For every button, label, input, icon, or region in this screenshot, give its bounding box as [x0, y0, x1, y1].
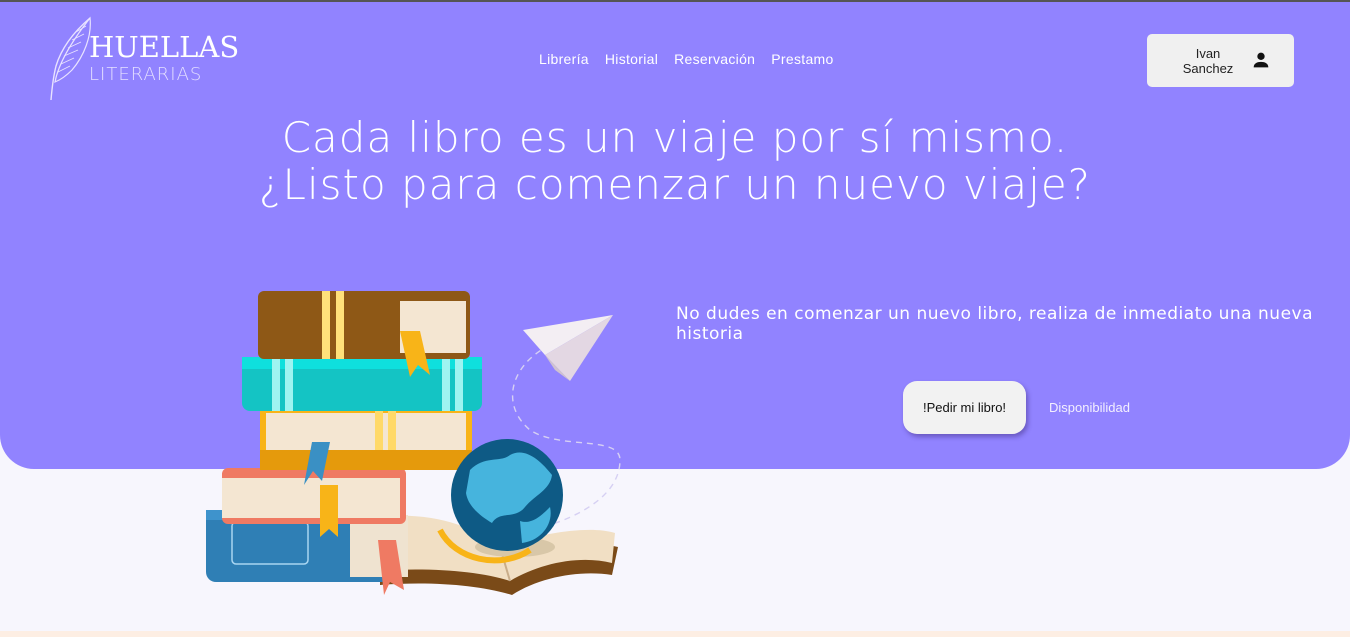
availability-link[interactable]: Disponibilidad: [1049, 400, 1130, 415]
books-globe-illustration: [206, 291, 621, 595]
brand-name-bottom: LITERARIAS: [89, 64, 203, 85]
user-account-button[interactable]: Ivan Sanchez: [1147, 34, 1294, 87]
bottom-strip: [0, 631, 1350, 637]
person-icon: [1253, 52, 1269, 68]
user-name: Ivan Sanchez: [1182, 46, 1234, 76]
brand-logo[interactable]: HUELLAS LITERARIAS: [46, 16, 246, 102]
hero-subtext: No dudes en comenzar un nuevo libro, rea…: [676, 304, 1314, 344]
brand-name-top: HUELLAS: [89, 30, 240, 64]
nav-item-reservacion[interactable]: Reservación: [666, 51, 763, 67]
hero-headline: Cada libro es un viaje por sí mismo. ¿Li…: [0, 114, 1350, 208]
feather-icon: [50, 16, 91, 101]
headline-line-1: Cada libro es un viaje por sí mismo.: [281, 113, 1069, 162]
nav-item-libreria[interactable]: Librería: [531, 51, 597, 67]
paper-plane-icon: [523, 315, 613, 381]
nav-item-prestamo[interactable]: Prestamo: [763, 51, 841, 67]
request-book-button[interactable]: !Pedir mi libro!: [903, 381, 1026, 434]
headline-line-2: ¿Listo para comenzar un nuevo viaje?: [259, 160, 1091, 209]
main-nav: Librería Historial Reservación Prestamo: [531, 51, 842, 67]
nav-item-historial[interactable]: Historial: [597, 51, 666, 67]
